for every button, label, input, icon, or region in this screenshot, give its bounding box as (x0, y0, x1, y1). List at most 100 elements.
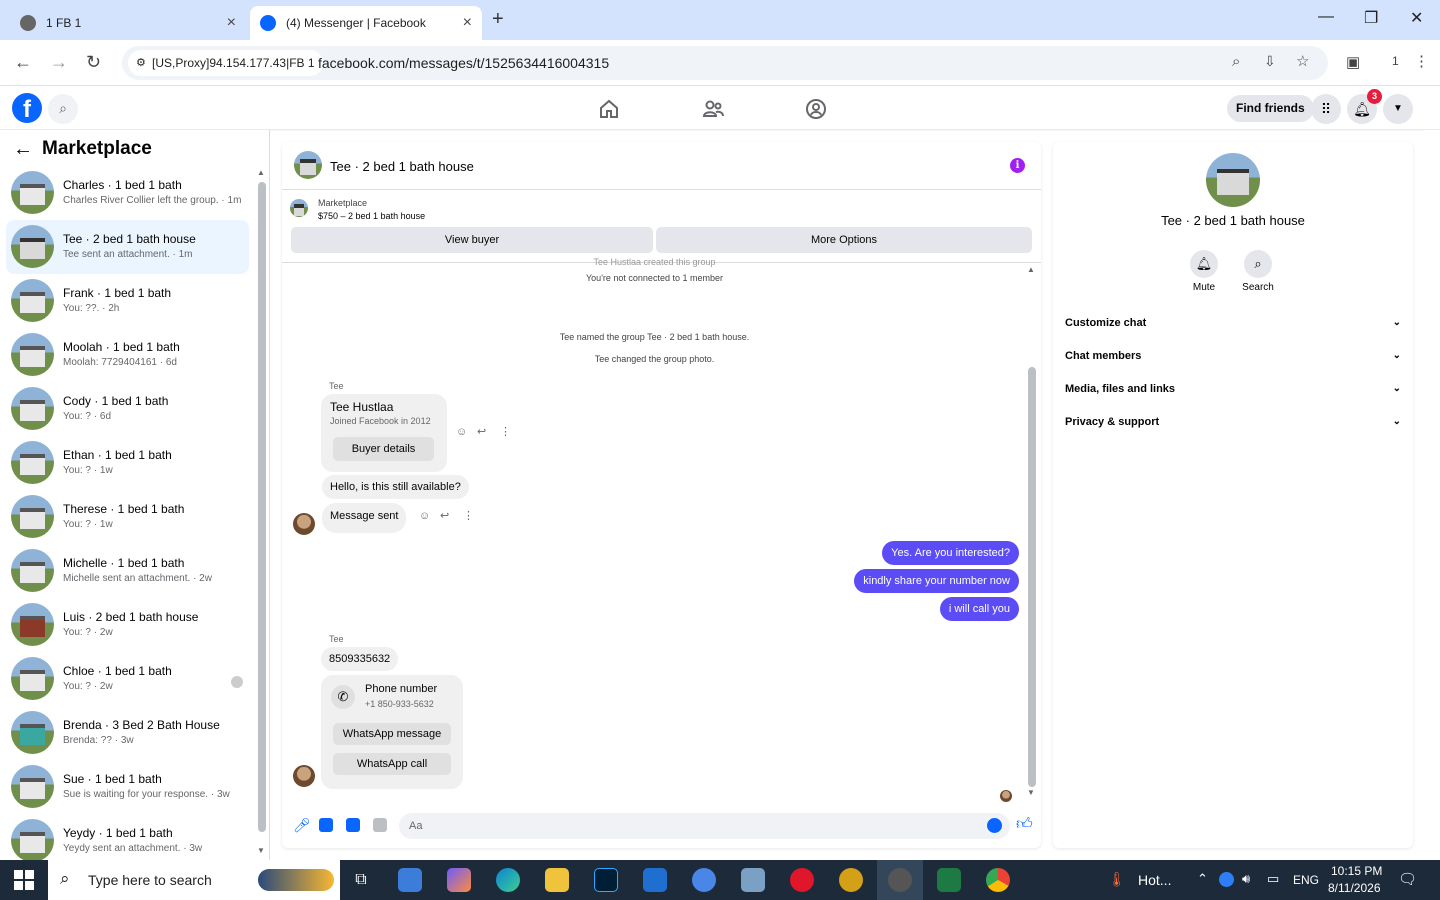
zoom-icon[interactable]: ⌕ (1232, 53, 1240, 70)
conversation-item[interactable]: Ethan · 1 bed 1 bath You: ? · 1w (6, 436, 249, 490)
active-app-icon[interactable] (888, 868, 912, 892)
forward-icon[interactable]: → (50, 52, 68, 73)
browser-tab-2[interactable]: (4) Messenger | Facebook × (250, 6, 482, 40)
back-icon[interactable]: ← (14, 52, 32, 73)
reply-icon[interactable]: ↩ (477, 425, 486, 438)
outgoing-message[interactable]: kindly share your number now (854, 569, 1019, 593)
chat-avatar[interactable] (294, 151, 322, 179)
weather-icon[interactable]: 🌡︎ (1108, 871, 1126, 888)
privacy-support-row[interactable]: Privacy & support ⌄ (1065, 416, 1401, 436)
omnibox[interactable]: ⚙ [US,Proxy]94.154.177.43|FB 1 facebook.… (122, 46, 1328, 80)
install-icon[interactable]: ⇩ (1264, 53, 1276, 70)
back-arrow-icon[interactable]: ← (13, 138, 33, 161)
conversation-item[interactable]: Chloe · 1 bed 1 bath You: ? · 2w (6, 652, 249, 706)
mute-action[interactable]: 🔔︎ Mute (1174, 250, 1234, 293)
search-action[interactable]: ⌕ Search (1228, 250, 1288, 293)
scroll-down-icon[interactable]: ▼ (257, 846, 265, 855)
edge-icon[interactable] (496, 868, 520, 892)
emoji-icon[interactable] (987, 818, 1002, 833)
bookmark-star-icon[interactable]: ☆ (1296, 52, 1309, 70)
incoming-message[interactable]: Message sent (322, 503, 407, 533)
conversation-item[interactable]: Brenda · 3 Bed 2 Bath House Brenda: ?? · … (6, 706, 249, 760)
clock-time[interactable]: 10:15 PM (1331, 864, 1382, 878)
sticker-icon[interactable] (346, 818, 360, 832)
mail-app-icon[interactable] (398, 868, 422, 892)
conversation-item[interactable]: Tee · 2 bed 1 bath house Tee sent an atta… (6, 220, 249, 274)
remote-desktop-icon[interactable] (741, 868, 765, 892)
whatsapp-call-button[interactable]: WhatsApp call (333, 753, 451, 775)
menu-grid-icon[interactable]: ⠿ (1311, 94, 1341, 124)
facebook-logo-icon[interactable]: f (12, 93, 42, 123)
conversation-item[interactable]: Yeydy · 1 bed 1 bath Yeydy sent an attach… (6, 814, 249, 860)
sender-avatar[interactable] (293, 513, 315, 535)
conversation-item[interactable]: Charles · 1 bed 1 bath Charles River Coll… (6, 166, 249, 220)
conversation-item[interactable]: Moolah · 1 bed 1 bath Moolah: 7729404161 … (6, 328, 249, 382)
react-emoji-icon[interactable]: ☺ (419, 510, 430, 522)
language-indicator[interactable]: ENG (1293, 873, 1319, 887)
react-emoji-icon[interactable]: ☺ (456, 426, 467, 438)
browser-app-icon[interactable] (692, 868, 716, 892)
photo-icon[interactable] (319, 818, 333, 832)
scroll-down-icon[interactable]: ▼ (1027, 788, 1035, 797)
reload-icon[interactable]: ↻ (86, 52, 101, 73)
home-icon[interactable] (597, 97, 621, 121)
message-input[interactable]: Aa (399, 813, 1010, 839)
more-options-button[interactable]: More Options (656, 227, 1032, 253)
incoming-message[interactable]: Hello, is this still available? (322, 475, 469, 499)
whatsapp-message-button[interactable]: WhatsApp message (333, 723, 451, 745)
weather-text[interactable]: Hot... (1138, 872, 1171, 888)
new-tab-icon[interactable]: + (492, 8, 504, 31)
store-icon[interactable] (643, 868, 667, 892)
sidebar-scrollbar[interactable] (258, 182, 266, 832)
scroll-up-icon[interactable]: ▲ (1027, 265, 1035, 274)
listing-thumbnail[interactable] (290, 199, 308, 217)
customize-chat-row[interactable]: Customize chat ⌄ (1065, 317, 1401, 337)
friends-icon[interactable] (701, 97, 725, 121)
windows-start-icon[interactable] (14, 870, 34, 890)
view-buyer-button[interactable]: View buyer (291, 227, 653, 253)
page-scrollbar[interactable] (1425, 130, 1440, 860)
chat-scrollbar[interactable] (1028, 367, 1036, 787)
search-icon[interactable]: ⌕ (48, 94, 78, 124)
reply-icon[interactable]: ↩ (440, 509, 449, 522)
url-text[interactable]: facebook.com/messages/t/1525634416004315 (318, 55, 609, 71)
browser-tab-1[interactable]: 1 FB 1 × (10, 6, 246, 40)
copilot-icon[interactable] (447, 868, 471, 892)
close-tab-icon[interactable]: × (463, 14, 472, 32)
chat-members-row[interactable]: Chat members ⌄ (1065, 350, 1401, 370)
maximize-icon[interactable]: ❐ (1364, 8, 1378, 28)
conversation-item[interactable]: Cody · 1 bed 1 bath You: ? · 6d (6, 382, 249, 436)
group-avatar[interactable] (1206, 153, 1260, 207)
microphone-icon[interactable]: 🎤︎ (293, 817, 311, 834)
more-actions-icon[interactable]: ⋮ (500, 425, 511, 438)
site-info-chip[interactable]: ⚙ [US,Proxy]94.154.177.43|FB 1 (128, 50, 323, 76)
file-explorer-icon[interactable] (545, 868, 569, 892)
gif-icon[interactable] (373, 818, 387, 832)
conversation-item[interactable]: Michelle · 1 bed 1 bath Michelle sent an … (6, 544, 249, 598)
close-window-icon[interactable]: ✕ (1410, 8, 1423, 28)
buyer-details-button[interactable]: Buyer details (333, 437, 434, 461)
scroll-up-icon[interactable]: ▲ (257, 168, 265, 177)
clock-date[interactable]: 8/11/2026 (1328, 881, 1381, 895)
tab-search-icon[interactable]: ▣ (1346, 53, 1360, 71)
find-friends-button[interactable]: Find friends (1227, 95, 1314, 122)
info-icon[interactable]: i (1010, 158, 1025, 173)
task-view-icon[interactable]: ⧉ (349, 868, 373, 892)
taskbar-search-box[interactable]: ⌕ Type here to search (48, 860, 340, 900)
sender-avatar[interactable] (293, 765, 315, 787)
profile-count[interactable]: 1 (1392, 54, 1399, 68)
conversation-item[interactable]: Sue · 1 bed 1 bath Sue is waiting for you… (6, 760, 249, 814)
minimize-icon[interactable]: — (1318, 8, 1334, 26)
groups-icon[interactable] (804, 97, 828, 121)
conversation-item[interactable]: Luis · 2 bed 1 bath house You: ? · 2w (6, 598, 249, 652)
network-icon[interactable]: ▭ (1267, 871, 1279, 887)
notification-center-icon[interactable]: 🗨︎ (1398, 870, 1417, 888)
listing-title[interactable]: $750 – 2 bed 1 bath house (318, 211, 425, 221)
opera-icon[interactable] (790, 868, 814, 892)
chat-title[interactable]: Tee · 2 bed 1 bath house (330, 159, 474, 174)
incoming-message[interactable]: 8509335632 (321, 647, 399, 671)
tray-app-icon[interactable] (1219, 872, 1234, 887)
chrome-icon[interactable] (986, 868, 1010, 892)
menu-kebab-icon[interactable]: ⋮ (1414, 52, 1429, 70)
outgoing-message[interactable]: Yes. Are you interested? (882, 541, 1019, 565)
